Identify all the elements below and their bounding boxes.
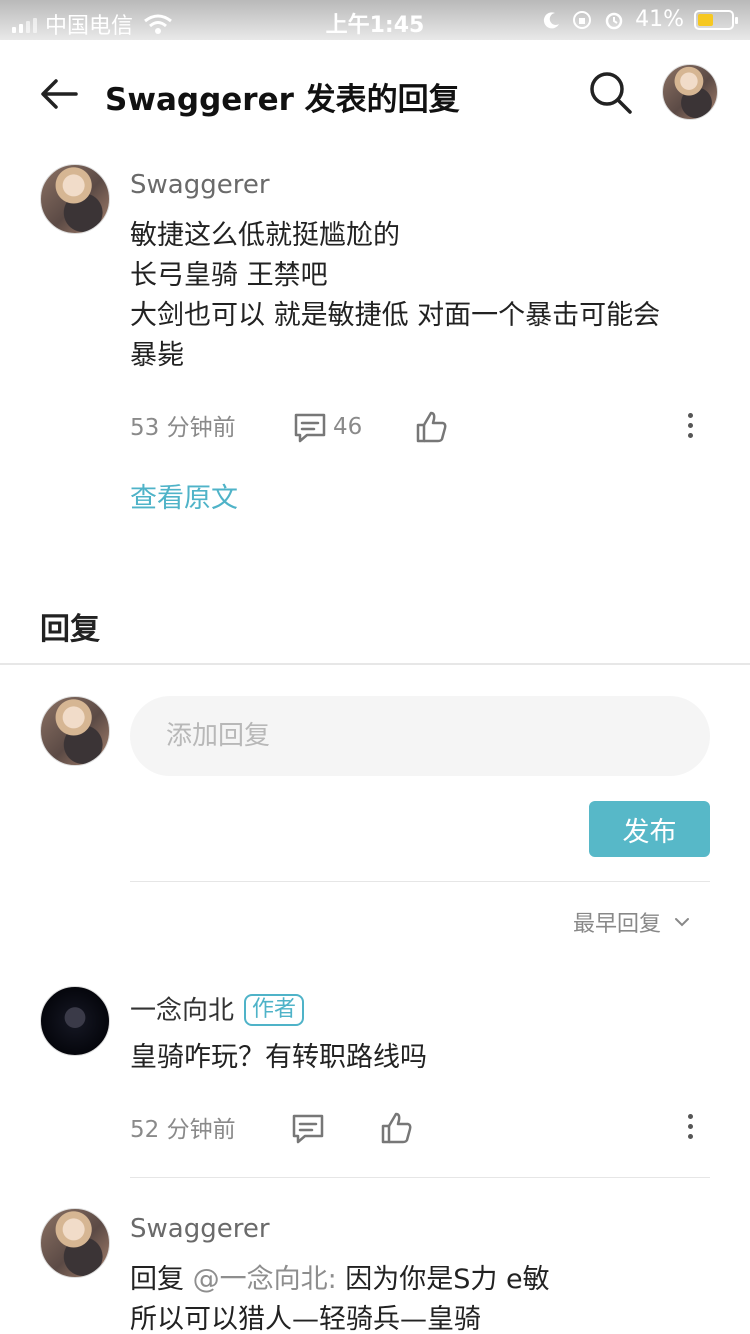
comment-icon[interactable] xyxy=(290,408,330,448)
reply-input[interactable] xyxy=(130,696,710,776)
post-line: 敏捷这么低就挺尴尬的 xyxy=(130,220,400,251)
view-original-link[interactable]: 查看原文 xyxy=(130,476,238,515)
rotation-lock-icon xyxy=(573,10,592,29)
page: 中国电信 上午1:45 41% Swaggerer 发表的回复 Swaggere… xyxy=(0,0,750,1334)
author-badge: 作者 xyxy=(244,994,305,1026)
avatar[interactable] xyxy=(40,696,110,766)
divider xyxy=(130,1177,710,1178)
avatar[interactable] xyxy=(40,164,110,234)
reply-line: 所以可以猎人—轻骑兵—皇骑 xyxy=(130,1304,481,1334)
battery-icon xyxy=(694,9,738,30)
sort-dropdown[interactable]: 最早回复 xyxy=(573,906,691,938)
chevron-down-icon xyxy=(675,918,690,927)
username-text[interactable]: 一念向北 xyxy=(130,996,234,1026)
timestamp: 52 分钟前 xyxy=(130,1117,236,1143)
divider xyxy=(130,881,710,882)
more-options-icon[interactable] xyxy=(680,1109,700,1149)
reply-prefix: 回复 xyxy=(130,1264,184,1295)
search-icon[interactable] xyxy=(586,68,636,118)
timestamp: 53 分钟前 xyxy=(130,415,236,441)
mention-link[interactable]: @一念向北: xyxy=(193,1264,337,1295)
post-line: 大剑也可以 就是敏捷低 对面一个暴击可能会 xyxy=(130,300,661,331)
username[interactable]: Swaggerer xyxy=(130,170,270,200)
reply-content: 回复 @一念向北: 因为你是S力 e敏 所以可以猎人—轻骑兵—皇骑 xyxy=(130,1260,710,1334)
section-title: 回复 xyxy=(40,612,100,647)
reply-text: 因为你是S力 e敏 xyxy=(345,1264,550,1295)
battery-percent: 41% xyxy=(635,7,684,32)
avatar[interactable] xyxy=(40,1208,110,1278)
post-line: 暴毙 xyxy=(130,340,184,371)
alarm-icon xyxy=(605,12,623,29)
reply-line: 回复 @一念向北: 因为你是S力 e敏 xyxy=(130,1260,710,1300)
header: Swaggerer 发表的回复 xyxy=(0,40,750,145)
arrow-left-icon[interactable] xyxy=(36,70,84,118)
comment-icon[interactable] xyxy=(288,1109,328,1149)
username[interactable]: Swaggerer xyxy=(130,1214,270,1244)
page-title: Swaggerer 发表的回复 xyxy=(105,82,460,118)
thumbs-up-icon[interactable] xyxy=(411,407,451,447)
reply-content: 皇骑咋玩？有转职路线吗 xyxy=(130,1042,427,1073)
comment-count: 46 xyxy=(333,414,363,440)
username: 一念向北 作者 xyxy=(130,990,305,1027)
sort-label: 最早回复 xyxy=(573,912,662,937)
thumbs-up-icon[interactable] xyxy=(376,1108,416,1148)
user-avatar[interactable] xyxy=(662,64,718,120)
post-line: 长弓皇骑 王禁吧 xyxy=(130,260,328,291)
avatar[interactable] xyxy=(40,986,110,1056)
status-bar: 中国电信 上午1:45 41% xyxy=(0,0,750,40)
publish-button[interactable]: 发布 xyxy=(589,801,710,857)
divider xyxy=(0,663,750,665)
moon-icon xyxy=(543,11,560,28)
more-options-icon[interactable] xyxy=(680,408,700,448)
post-content: 敏捷这么低就挺尴尬的 长弓皇骑 王禁吧 大剑也可以 就是敏捷低 对面一个暴击可能… xyxy=(130,216,710,376)
